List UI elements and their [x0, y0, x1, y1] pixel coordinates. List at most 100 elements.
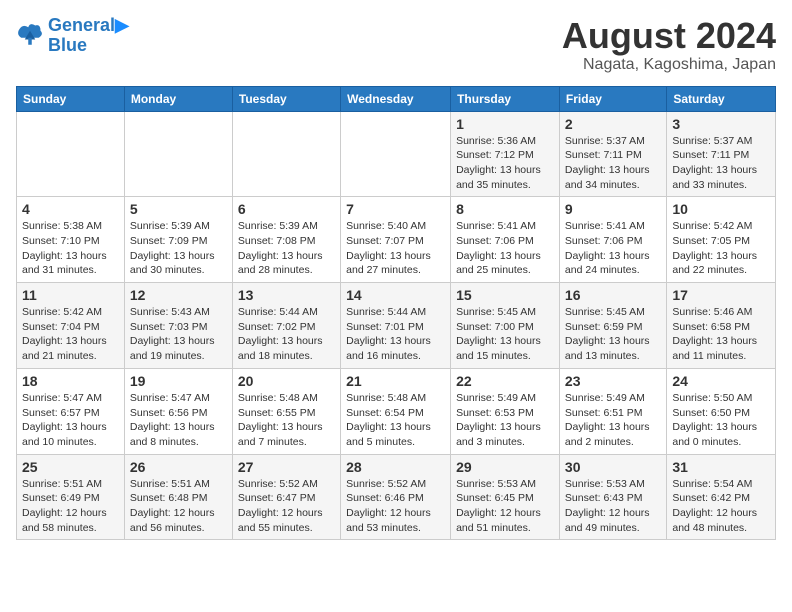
calendar-cell: 13 Sunrise: 5:44 AM Sunset: 7:02 PM Dayli… [232, 283, 340, 369]
calendar-cell: 3 Sunrise: 5:37 AM Sunset: 7:11 PM Daylig… [667, 111, 776, 197]
day-number: 21 [346, 373, 445, 389]
day-detail: Sunrise: 5:53 AM Sunset: 6:45 PM Dayligh… [456, 477, 554, 536]
day-detail: Sunrise: 5:53 AM Sunset: 6:43 PM Dayligh… [565, 477, 661, 536]
day-number: 29 [456, 459, 554, 475]
day-number: 6 [238, 201, 335, 217]
calendar-header-row: SundayMondayTuesdayWednesdayThursdayFrid… [17, 86, 776, 111]
calendar-cell: 20 Sunrise: 5:48 AM Sunset: 6:55 PM Dayli… [232, 368, 340, 454]
logo: General▶ Blue [16, 16, 129, 56]
day-number: 13 [238, 287, 335, 303]
page-header: General▶ Blue August 2024 Nagata, Kagosh… [16, 16, 776, 74]
day-detail: Sunrise: 5:49 AM Sunset: 6:51 PM Dayligh… [565, 391, 661, 450]
day-number: 5 [130, 201, 227, 217]
day-number: 16 [565, 287, 661, 303]
day-detail: Sunrise: 5:45 AM Sunset: 6:59 PM Dayligh… [565, 305, 661, 364]
day-detail: Sunrise: 5:44 AM Sunset: 7:02 PM Dayligh… [238, 305, 335, 364]
calendar-cell: 18 Sunrise: 5:47 AM Sunset: 6:57 PM Dayli… [17, 368, 125, 454]
logo-line2: Blue [48, 36, 129, 56]
day-detail: Sunrise: 5:40 AM Sunset: 7:07 PM Dayligh… [346, 219, 445, 278]
day-number: 2 [565, 116, 661, 132]
day-number: 12 [130, 287, 227, 303]
day-number: 20 [238, 373, 335, 389]
calendar-cell: 29 Sunrise: 5:53 AM Sunset: 6:45 PM Dayli… [451, 454, 560, 540]
calendar-week-row: 1Sunrise: 5:36 AM Sunset: 7:12 PM Daylig… [17, 111, 776, 197]
day-number: 22 [456, 373, 554, 389]
calendar-cell: 30Sunrise: 5:53 AM Sunset: 6:43 PM Dayli… [559, 454, 666, 540]
calendar-cell [124, 111, 232, 197]
calendar-cell: 16 Sunrise: 5:45 AM Sunset: 6:59 PM Dayli… [559, 283, 666, 369]
calendar-week-row: 25 Sunrise: 5:51 AM Sunset: 6:49 PM Dayli… [17, 454, 776, 540]
day-number: 9 [565, 201, 661, 217]
day-detail: Sunrise: 5:45 AM Sunset: 7:00 PM Dayligh… [456, 305, 554, 364]
day-detail: Sunrise: 5:52 AM Sunset: 6:47 PM Dayligh… [238, 477, 335, 536]
day-number: 10 [672, 201, 770, 217]
calendar-cell [232, 111, 340, 197]
calendar-cell [17, 111, 125, 197]
location: Nagata, Kagoshima, Japan [562, 56, 776, 74]
calendar-cell: 26 Sunrise: 5:51 AM Sunset: 6:48 PM Dayli… [124, 454, 232, 540]
day-detail: Sunrise: 5:38 AM Sunset: 7:10 PM Dayligh… [22, 219, 119, 278]
day-header-friday: Friday [559, 86, 666, 111]
day-detail: Sunrise: 5:48 AM Sunset: 6:54 PM Dayligh… [346, 391, 445, 450]
day-detail: Sunrise: 5:37 AM Sunset: 7:11 PM Dayligh… [672, 134, 770, 193]
logo-text: General▶ Blue [48, 16, 129, 56]
calendar-cell: 6 Sunrise: 5:39 AM Sunset: 7:08 PM Daylig… [232, 197, 340, 283]
day-number: 3 [672, 116, 770, 132]
calendar-cell: 14 Sunrise: 5:44 AM Sunset: 7:01 PM Dayli… [341, 283, 451, 369]
title-block: August 2024 Nagata, Kagoshima, Japan [562, 16, 776, 74]
calendar-cell: 1Sunrise: 5:36 AM Sunset: 7:12 PM Daylig… [451, 111, 560, 197]
day-detail: Sunrise: 5:51 AM Sunset: 6:48 PM Dayligh… [130, 477, 227, 536]
day-detail: Sunrise: 5:46 AM Sunset: 6:58 PM Dayligh… [672, 305, 770, 364]
day-number: 27 [238, 459, 335, 475]
day-header-wednesday: Wednesday [341, 86, 451, 111]
calendar-cell: 17 Sunrise: 5:46 AM Sunset: 6:58 PM Dayli… [667, 283, 776, 369]
calendar-cell: 2Sunrise: 5:37 AM Sunset: 7:11 PM Daylig… [559, 111, 666, 197]
day-detail: Sunrise: 5:41 AM Sunset: 7:06 PM Dayligh… [565, 219, 661, 278]
day-number: 26 [130, 459, 227, 475]
day-header-sunday: Sunday [17, 86, 125, 111]
day-detail: Sunrise: 5:47 AM Sunset: 6:56 PM Dayligh… [130, 391, 227, 450]
day-detail: Sunrise: 5:43 AM Sunset: 7:03 PM Dayligh… [130, 305, 227, 364]
logo-icon [16, 22, 44, 50]
day-detail: Sunrise: 5:51 AM Sunset: 6:49 PM Dayligh… [22, 477, 119, 536]
day-detail: Sunrise: 5:39 AM Sunset: 7:08 PM Dayligh… [238, 219, 335, 278]
day-number: 8 [456, 201, 554, 217]
day-detail: Sunrise: 5:52 AM Sunset: 6:46 PM Dayligh… [346, 477, 445, 536]
calendar-cell: 22Sunrise: 5:49 AM Sunset: 6:53 PM Dayli… [451, 368, 560, 454]
day-number: 24 [672, 373, 770, 389]
month-title: August 2024 [562, 16, 776, 56]
day-number: 14 [346, 287, 445, 303]
day-detail: Sunrise: 5:48 AM Sunset: 6:55 PM Dayligh… [238, 391, 335, 450]
day-number: 28 [346, 459, 445, 475]
day-number: 19 [130, 373, 227, 389]
day-number: 17 [672, 287, 770, 303]
logo-line1: General [48, 15, 115, 35]
day-header-saturday: Saturday [667, 86, 776, 111]
calendar-cell: 10 Sunrise: 5:42 AM Sunset: 7:05 PM Dayli… [667, 197, 776, 283]
day-number: 25 [22, 459, 119, 475]
calendar-cell [341, 111, 451, 197]
calendar-cell: 21 Sunrise: 5:48 AM Sunset: 6:54 PM Dayli… [341, 368, 451, 454]
calendar-week-row: 18 Sunrise: 5:47 AM Sunset: 6:57 PM Dayli… [17, 368, 776, 454]
calendar-cell: 28 Sunrise: 5:52 AM Sunset: 6:46 PM Dayli… [341, 454, 451, 540]
day-header-thursday: Thursday [451, 86, 560, 111]
day-detail: Sunrise: 5:44 AM Sunset: 7:01 PM Dayligh… [346, 305, 445, 364]
calendar-cell: 27 Sunrise: 5:52 AM Sunset: 6:47 PM Dayli… [232, 454, 340, 540]
calendar-table: SundayMondayTuesdayWednesdayThursdayFrid… [16, 86, 776, 541]
calendar-cell: 25 Sunrise: 5:51 AM Sunset: 6:49 PM Dayli… [17, 454, 125, 540]
day-detail: Sunrise: 5:47 AM Sunset: 6:57 PM Dayligh… [22, 391, 119, 450]
day-number: 23 [565, 373, 661, 389]
calendar-cell: 15Sunrise: 5:45 AM Sunset: 7:00 PM Dayli… [451, 283, 560, 369]
day-number: 1 [456, 116, 554, 132]
calendar-cell: 7Sunrise: 5:40 AM Sunset: 7:07 PM Daylig… [341, 197, 451, 283]
calendar-cell: 11Sunrise: 5:42 AM Sunset: 7:04 PM Dayli… [17, 283, 125, 369]
day-detail: Sunrise: 5:39 AM Sunset: 7:09 PM Dayligh… [130, 219, 227, 278]
calendar-cell: 24 Sunrise: 5:50 AM Sunset: 6:50 PM Dayli… [667, 368, 776, 454]
calendar-cell: 8 Sunrise: 5:41 AM Sunset: 7:06 PM Daylig… [451, 197, 560, 283]
day-detail: Sunrise: 5:42 AM Sunset: 7:05 PM Dayligh… [672, 219, 770, 278]
day-number: 18 [22, 373, 119, 389]
calendar-cell: 12 Sunrise: 5:43 AM Sunset: 7:03 PM Dayli… [124, 283, 232, 369]
day-detail: Sunrise: 5:50 AM Sunset: 6:50 PM Dayligh… [672, 391, 770, 450]
day-detail: Sunrise: 5:41 AM Sunset: 7:06 PM Dayligh… [456, 219, 554, 278]
calendar-week-row: 11Sunrise: 5:42 AM Sunset: 7:04 PM Dayli… [17, 283, 776, 369]
